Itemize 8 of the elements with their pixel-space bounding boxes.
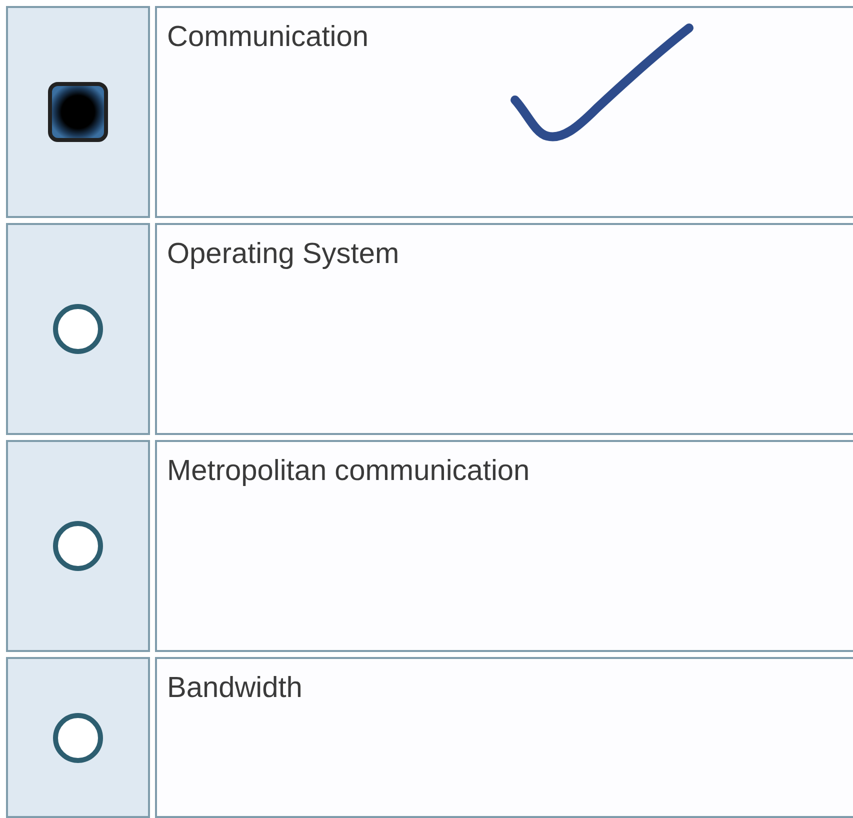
option-label: Communication [167, 20, 370, 55]
radio-button[interactable] [53, 521, 103, 571]
option-label: Metropolitan communication [167, 454, 531, 489]
option-label: Bandwidth [167, 671, 304, 706]
radio-button[interactable] [48, 82, 108, 142]
radio-button[interactable] [53, 304, 103, 354]
option-label: Operating System [167, 237, 400, 272]
radio-button[interactable] [53, 712, 103, 762]
